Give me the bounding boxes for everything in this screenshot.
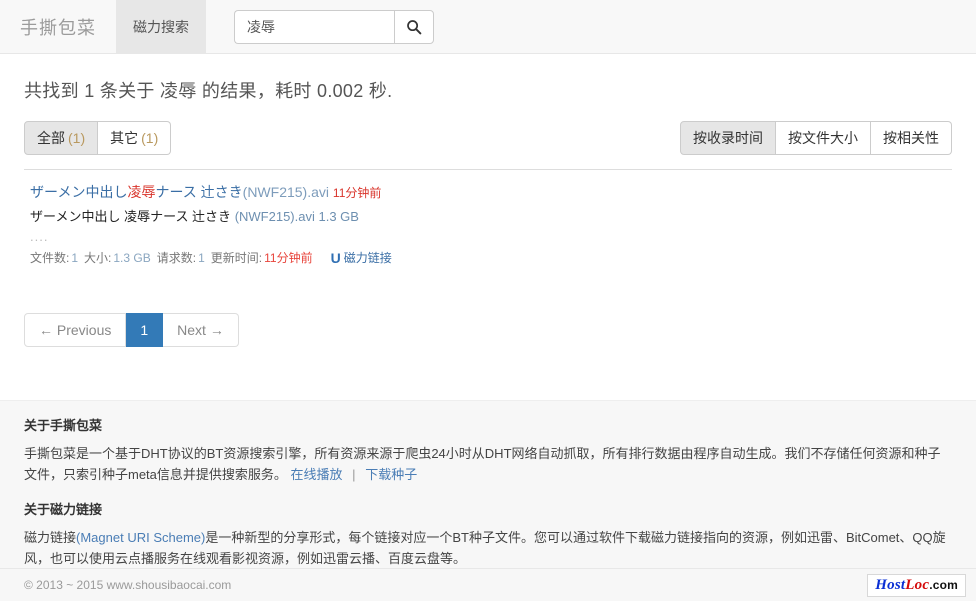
result-subtitle: ザーメン中出し 凌辱ナース 辻さき (NWF215).avi 1.3 GB: [30, 207, 952, 226]
filter-all[interactable]: 全部 (1): [24, 121, 99, 155]
pagination-previous[interactable]: ← Previous: [24, 313, 127, 347]
footer-magnet-title: 关于磁力链接: [24, 502, 103, 517]
footer: 关于手撕包菜 手撕包菜是一个基于DHT协议的BT资源搜索引擎，所有资源来源于爬虫…: [0, 400, 976, 601]
copyright-text: © 2013 ~ 2015 www.shousibaocai.com: [24, 578, 232, 592]
result-title-highlight: 凌辱: [127, 184, 156, 200]
filter-all-count: (1): [68, 130, 86, 146]
site-brand[interactable]: 手撕包菜: [0, 0, 116, 53]
meta-size-value: 1.3 GB: [113, 251, 151, 265]
footer-link-separator: |: [352, 467, 356, 482]
meta-updated-value: 11分钟前: [264, 251, 313, 265]
result-title-link[interactable]: ザーメン中出し凌辱ナース 辻さき(NWF215).avi 11分钟前: [30, 182, 952, 203]
filter-all-label: 全部: [37, 130, 65, 146]
nav-tab-magnet-search[interactable]: 磁力搜索: [116, 0, 206, 53]
magnet-link-label: 磁力链接: [343, 251, 392, 265]
search-area: [234, 0, 434, 53]
result-title-mid: ナース 辻さき: [155, 184, 243, 200]
pagination-next[interactable]: Next →: [163, 313, 239, 347]
hostloc-badge-part3: .com: [929, 578, 958, 592]
meta-requests-label: 请求数:: [156, 251, 197, 265]
search-input[interactable]: [234, 9, 394, 44]
meta-files-label: 文件数:: [30, 251, 70, 265]
meta-updated-label: 更新时间:: [210, 251, 263, 265]
result-list: ザーメン中出し凌辱ナース 辻さき(NWF215).avi 11分钟前 ザーメン中…: [24, 169, 952, 267]
filter-other-count: (1): [141, 130, 159, 146]
footer-magnet-text-pre: 磁力链接: [24, 530, 77, 545]
sort-group: 按收录时间 按文件大小 按相关性: [680, 121, 952, 155]
hostloc-badge-part1: Host: [875, 577, 906, 593]
filter-other-label: 其它: [110, 130, 139, 146]
navbar: 手撕包菜 磁力搜索: [0, 0, 976, 54]
meta-files-value: 1: [71, 251, 79, 265]
main-content: 共找到 1 条关于 凌辱 的结果，耗时 0.002 秒. 全部 (1) 其它 (…: [0, 54, 976, 347]
search-group: [234, 9, 434, 44]
result-subtitle-text: ザーメン中出し 凌辱ナース 辻さき: [30, 209, 232, 224]
result-meta: 文件数: 1 大小: 1.3 GB 请求数: 1 更新时间: 11分钟前 U 磁…: [30, 249, 952, 267]
filter-other[interactable]: 其它 (1): [98, 121, 172, 155]
hostloc-badge[interactable]: HostLoc.com: [867, 574, 966, 597]
pagination-page-1[interactable]: 1: [126, 313, 164, 347]
result-item: ザーメン中出し凌辱ナース 辻さき(NWF215).avi 11分钟前 ザーメン中…: [24, 182, 952, 267]
meta-size-label: 大小:: [84, 251, 112, 265]
search-button[interactable]: [394, 9, 434, 44]
footer-link-download-torrent[interactable]: 下载种子: [365, 467, 417, 482]
result-title-time: 11分钟前: [332, 186, 382, 200]
meta-requests-value: 1: [198, 251, 205, 265]
footer-link-online-play[interactable]: 在线播放: [291, 467, 343, 482]
result-title-suffix: (NWF215).avi: [242, 184, 330, 200]
footer-about-title: 关于手撕包菜: [24, 418, 103, 433]
category-filter-group: 全部 (1) 其它 (1): [24, 121, 172, 155]
filter-row: 全部 (1) 其它 (1) 按收录时间 按文件大小 按相关性: [24, 121, 952, 155]
footer-about-text: 手撕包菜是一个基于DHT协议的BT资源搜索引擎，所有资源来源于爬虫24小时从DH…: [24, 446, 941, 482]
result-summary: 共找到 1 条关于 凌辱 的结果，耗时 0.002 秒.: [24, 81, 393, 101]
footer-magnet-paragraph: 磁力链接(Magnet URI Scheme)是一种新型的分享形式，每个链接对应…: [24, 527, 952, 569]
pagination: ← Previous 1 Next →: [24, 313, 952, 347]
footer-about-paragraph: 手撕包菜是一个基于DHT协议的BT资源搜索引擎，所有资源来源于爬虫24小时从DH…: [24, 443, 952, 485]
result-ellipsis: ....: [30, 229, 49, 244]
search-icon: [406, 19, 422, 35]
result-title-pre: ザーメン中出し: [30, 184, 128, 200]
sort-by-relevance[interactable]: 按相关性: [871, 121, 952, 155]
magnet-icon: U: [330, 250, 341, 266]
hostloc-badge-part2: Loc: [905, 577, 930, 593]
sort-by-time[interactable]: 按收录时间: [680, 121, 776, 155]
sort-by-size[interactable]: 按文件大小: [776, 121, 871, 155]
footer-link-magnet-uri-scheme[interactable]: (Magnet URI Scheme): [76, 530, 205, 545]
result-subtitle-suffix: (NWF215).avi 1.3 GB: [234, 209, 359, 224]
magnet-link[interactable]: U 磁力链接: [331, 249, 392, 267]
